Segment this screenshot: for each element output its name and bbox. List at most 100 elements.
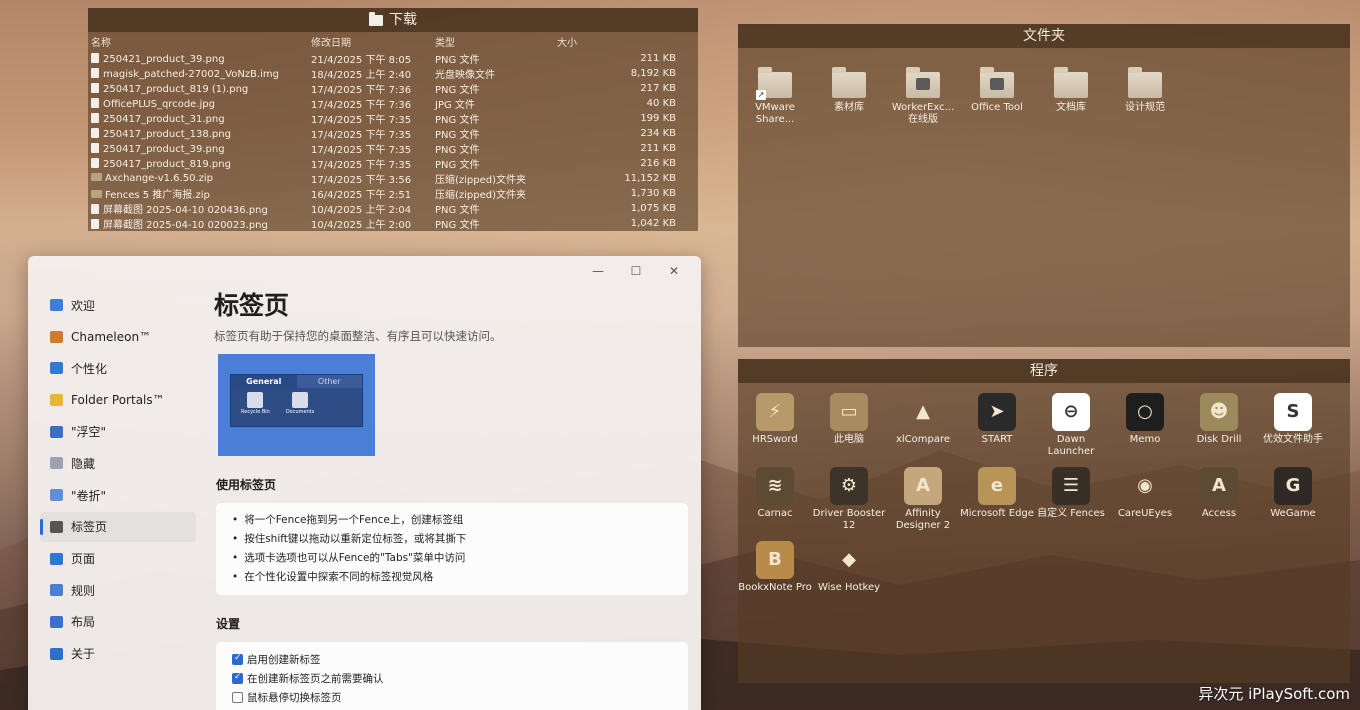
file-date: 17/4/2025 下午 7:35 <box>311 145 412 156</box>
folder-badge-icon <box>990 78 1004 90</box>
file-type: PNG 文件 <box>435 205 480 216</box>
preview-icon1-label: Recycle Bin <box>241 409 270 415</box>
program-item[interactable]: e Microsoft Edge <box>960 463 1034 537</box>
program-item[interactable]: ➤ START <box>960 389 1034 463</box>
downloads-fence[interactable]: 下载 名称 修改日期 类型 大小 250421_product_39.png 21… <box>88 8 698 231</box>
program-item[interactable]: ○ Memo <box>1108 389 1182 463</box>
option-checkbox[interactable] <box>232 672 243 684</box>
folder-item[interactable]: 素材库 <box>812 58 886 132</box>
documents-icon <box>292 392 309 408</box>
file-row[interactable]: OfficePLUS_qrcode.jpg 17/4/2025 下午 7:36 JP… <box>88 96 698 111</box>
file-type: PNG 文件 <box>435 220 480 231</box>
program-item[interactable]: A Affinity Designer 2 <box>886 463 960 537</box>
program-item[interactable]: ▭ 此电脑 <box>812 389 886 463</box>
file-date: 17/4/2025 下午 7:36 <box>311 85 412 96</box>
program-item[interactable]: ◆ Wise Hotkey <box>812 537 886 611</box>
folder-item[interactable]: WorkerExc... 在线版 <box>886 58 960 132</box>
programs-fence-title[interactable]: 程序 <box>738 359 1350 383</box>
sidebar-nav-item[interactable]: 欢迎 <box>40 290 196 320</box>
sidebar-nav-item[interactable]: "浮空" <box>40 417 196 447</box>
folder-label: VMware Share... <box>755 102 795 125</box>
file-icon <box>91 52 99 63</box>
folders-fence-title[interactable]: 文件夹 <box>738 24 1350 48</box>
file-type: PNG 文件 <box>435 115 480 126</box>
sidebar-nav-item[interactable]: 规则 <box>40 575 196 605</box>
file-size: 1,730 KB <box>630 188 676 199</box>
setting-option[interactable]: 在创建新标签页之前需要确认 <box>232 669 672 688</box>
folder-icon <box>369 11 383 26</box>
program-item[interactable]: ◉ CareUEyes <box>1108 463 1182 537</box>
column-header-date[interactable]: 修改日期 <box>308 32 432 51</box>
folder-item[interactable]: 设计规范 <box>1108 58 1182 132</box>
sidebar-nav-item[interactable]: Chameleon™ <box>40 322 196 352</box>
file-row[interactable]: 250417_product_819.png 17/4/2025 下午 7:35 P… <box>88 156 698 171</box>
sidebar-nav-item[interactable]: 个性化 <box>40 353 196 383</box>
file-row[interactable]: 250421_product_39.png 21/4/2025 下午 8:05 PN… <box>88 51 698 66</box>
sidebar-nav-item[interactable]: 页面 <box>40 544 196 574</box>
program-item[interactable]: ☻ Disk Drill <box>1182 389 1256 463</box>
shortcut-arrow-icon: ↗ <box>756 90 766 100</box>
nav-icon <box>50 647 63 660</box>
preview-tab-general: General <box>231 375 297 388</box>
option-checkbox[interactable] <box>232 692 243 703</box>
option-checkbox[interactable] <box>232 653 243 665</box>
column-header-name[interactable]: 名称 <box>88 32 308 51</box>
close-button[interactable]: ✕ <box>655 260 693 282</box>
column-header-type[interactable]: 类型 <box>432 32 554 51</box>
program-item[interactable]: B BookxNote Pro <box>738 537 812 611</box>
setting-option[interactable]: 启用创建新标签 <box>232 650 672 669</box>
folder-item[interactable]: ↗ VMware Share... <box>738 58 812 132</box>
program-label: Affinity Designer 2 <box>895 508 951 531</box>
program-label: Memo <box>1129 434 1161 445</box>
file-size: 8,192 KB <box>630 68 676 79</box>
folder-label: WorkerExc... 在线版 <box>891 102 955 125</box>
preview-fence: General Other Recycle Bin Documents <box>230 374 363 427</box>
file-row[interactable]: 250417_product_39.png 17/4/2025 下午 7:35 PN… <box>88 141 698 156</box>
recycle-bin-icon <box>247 392 264 408</box>
tabs-preview-image: General Other Recycle Bin Documents <box>218 354 375 456</box>
file-size: 216 KB <box>640 158 676 169</box>
wegame-icon: G <box>1274 467 1312 505</box>
sidebar-nav-item[interactable]: Folder Portals™ <box>40 385 196 415</box>
file-row[interactable]: magisk_patched-27002_VoNzB.img 18/4/2025 … <box>88 66 698 81</box>
file-row[interactable]: 屏幕截图 2025-04-10 020023.png 10/4/2025 上午 2… <box>88 216 698 231</box>
nav-icon <box>50 362 63 375</box>
sidebar-nav-item[interactable]: 关于 <box>40 639 196 669</box>
program-item[interactable]: G WeGame <box>1256 463 1330 537</box>
program-item[interactable]: ⚡ HRSword <box>738 389 812 463</box>
sidebar-nav-item[interactable]: 标签页 <box>40 511 196 542</box>
folder-icon <box>980 67 1014 98</box>
program-item[interactable]: ▲ xlCompare <box>886 389 960 463</box>
setting-option[interactable]: 鼠标悬停切换标签页 <box>232 688 672 707</box>
file-type: 光盘映像文件 <box>435 70 495 81</box>
file-name: 250421_product_39.png <box>88 51 308 66</box>
folder-item[interactable]: 文档库 <box>1034 58 1108 132</box>
sidebar-nav-item[interactable]: 隐藏 <box>40 448 196 478</box>
program-item[interactable]: ⊖ Dawn Launcher <box>1034 389 1108 463</box>
nav-icon <box>50 584 63 597</box>
sidebar-nav-item[interactable]: 布局 <box>40 607 196 637</box>
minimize-button[interactable]: — <box>579 260 617 282</box>
folders-fence[interactable]: 文件夹 ↗ VMware Share... 素材库 WorkerExc... 在线版 O… <box>738 24 1350 347</box>
maximize-button[interactable]: ☐ <box>617 260 655 282</box>
file-row[interactable]: 屏幕截图 2025-04-10 020436.png 10/4/2025 上午 2… <box>88 201 698 216</box>
column-header-size[interactable]: 大小 <box>554 32 698 51</box>
folder-item[interactable]: Office Tool <box>960 58 1034 132</box>
sidebar-nav-item[interactable]: "卷折" <box>40 480 196 510</box>
file-row[interactable]: 250417_product_31.png 17/4/2025 下午 7:35 PN… <box>88 111 698 126</box>
program-item[interactable]: ≋ Carnac <box>738 463 812 537</box>
program-item[interactable]: ☰ 自定义 Fences <box>1034 463 1108 537</box>
option-label: 启用创建新标签 <box>247 654 321 666</box>
file-row[interactable]: Fences 5 推广海报.zip 16/4/2025 下午 2:51 压缩(zip… <box>88 186 698 201</box>
file-row[interactable]: 250417_product_138.png 17/4/2025 下午 7:35 P… <box>88 126 698 141</box>
careueyes-icon: ◉ <box>1137 475 1153 496</box>
file-row[interactable]: 250417_product_819 (1).png 17/4/2025 下午 7… <box>88 81 698 96</box>
downloads-fence-title[interactable]: 下载 <box>88 8 698 32</box>
program-label: HRSword <box>752 434 798 445</box>
file-name: 250417_product_39.png <box>88 141 308 156</box>
program-item[interactable]: S 优效文件助手 <box>1256 389 1330 463</box>
programs-fence[interactable]: 程序 ⚡ HRSword ▭ 此电脑 ▲ xlCompare ➤ START ⊖ Dawn Lau… <box>738 359 1350 683</box>
file-row[interactable]: Axchange-v1.6.50.zip 17/4/2025 下午 3:56 压缩(… <box>88 171 698 186</box>
program-item[interactable]: ⚙ Driver Booster 12 <box>812 463 886 537</box>
program-item[interactable]: A Access <box>1182 463 1256 537</box>
